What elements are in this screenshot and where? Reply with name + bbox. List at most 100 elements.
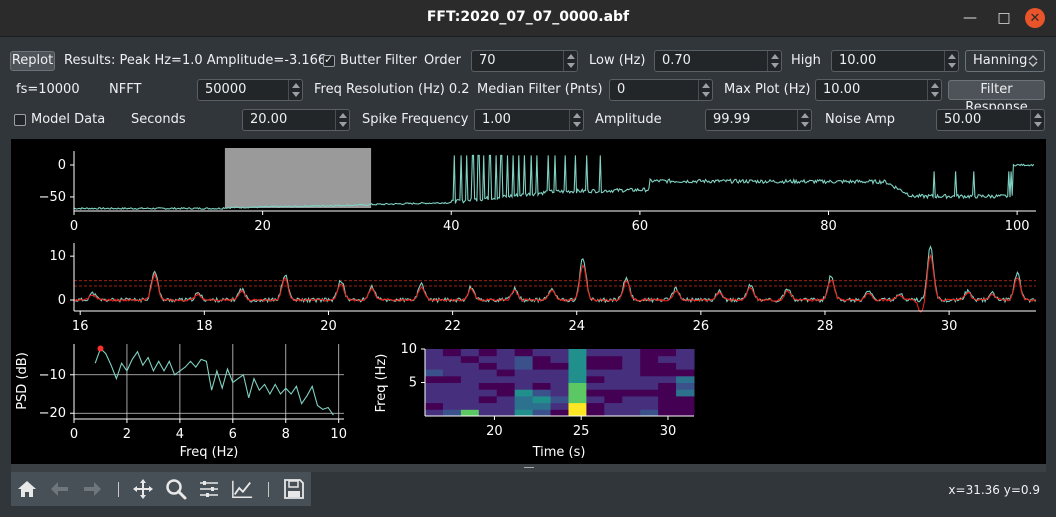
subplots-button[interactable] xyxy=(198,478,220,500)
plot-canvas[interactable]: 0 −50 0 20 40 60 80 100 10 0 16 18 20 22 24 26 28 30 −10… xyxy=(11,139,1046,464)
median-filter-spinbox[interactable]: 0 xyxy=(609,79,713,101)
back-arrow-icon xyxy=(51,482,68,496)
minimize-icon: — xyxy=(963,10,977,26)
max-plot-value: 10.00 xyxy=(823,82,861,97)
max-plot-spin-arrows[interactable] xyxy=(927,80,941,100)
spectrogram-cell xyxy=(425,375,444,383)
spectrogram-cell xyxy=(514,349,534,357)
zoom-filtered-line xyxy=(73,253,1037,313)
amplitude-spinbox[interactable]: 99.99 xyxy=(705,109,812,131)
median-filter-label: Median Filter (Pnts) xyxy=(477,82,603,97)
spike-frequency-label: Spike Frequency xyxy=(362,112,469,127)
spectrogram-cell xyxy=(658,355,677,363)
spectrogram-cell xyxy=(622,362,641,370)
x-tick-label: 2 xyxy=(123,427,131,442)
noise-amp-spin-arrows[interactable] xyxy=(1030,110,1044,130)
axes-edit-icon xyxy=(232,480,253,498)
low-spinbox[interactable]: 0.70 xyxy=(654,50,782,72)
replot-button[interactable]: Replot xyxy=(10,51,55,71)
minimize-button[interactable]: — xyxy=(960,8,980,28)
home-icon xyxy=(18,481,36,497)
maximize-button[interactable]: □ xyxy=(994,8,1014,28)
order-spin-arrows[interactable] xyxy=(563,51,577,71)
filter-response-button[interactable]: Filter Response xyxy=(948,80,1045,115)
spectrogram-cell xyxy=(658,349,677,357)
selection-rectangle[interactable] xyxy=(224,148,372,208)
seconds-spin-arrows[interactable] xyxy=(335,110,349,130)
spectrogram-cell xyxy=(460,409,480,417)
noise-amp-value: 50.00 xyxy=(944,112,982,127)
spike-frequency-value: 1.00 xyxy=(482,112,511,127)
save-button[interactable] xyxy=(283,478,305,500)
spectrogram-cell xyxy=(586,382,605,390)
forward-button[interactable] xyxy=(81,478,103,500)
spectrogram-cell xyxy=(676,362,695,370)
spectrogram-cell xyxy=(532,395,552,404)
spectrogram-cell xyxy=(604,362,623,370)
canvas-splitter[interactable] xyxy=(11,464,1046,472)
pan-button[interactable] xyxy=(132,478,154,500)
navigation-toolbar xyxy=(11,472,311,506)
spectrogram-cell xyxy=(640,402,659,410)
spectrogram-cell xyxy=(496,362,516,370)
spectrogram-cell xyxy=(658,389,677,397)
spike-frequency-spinbox[interactable]: 1.00 xyxy=(474,109,584,131)
close-button[interactable]: ✕ xyxy=(1025,8,1045,28)
high-spinbox[interactable]: 10.00 xyxy=(831,50,959,72)
axes-edit-button[interactable] xyxy=(231,478,253,500)
high-spin-arrows[interactable] xyxy=(944,51,958,71)
amplitude-spin-arrows[interactable] xyxy=(797,110,811,130)
seconds-spinbox[interactable]: 20.00 xyxy=(242,109,350,131)
spectrogram-cell xyxy=(550,402,569,410)
x-tick-label: 100 xyxy=(1005,219,1030,234)
low-spin-arrows[interactable] xyxy=(767,51,781,71)
raw-trace-axes: 0 −50 0 20 40 60 80 100 xyxy=(39,148,1036,234)
spectrogram-cell xyxy=(658,382,677,390)
spectrogram-cell xyxy=(622,395,641,404)
noise-amp-label: Noise Amp xyxy=(825,112,896,127)
spectrogram-cell xyxy=(640,395,659,404)
window-function-select[interactable]: Hanning xyxy=(965,50,1045,72)
median-filter-spin-arrows[interactable] xyxy=(698,80,712,100)
order-spinbox[interactable]: 70 xyxy=(471,50,578,72)
home-button[interactable] xyxy=(16,478,38,500)
order-label: Order xyxy=(424,53,461,68)
spectrogram-cell xyxy=(496,409,516,417)
spectrogram-cell xyxy=(425,402,444,410)
max-plot-spinbox[interactable]: 10.00 xyxy=(815,79,942,101)
low-label: Low (Hz) xyxy=(589,53,646,68)
spectrogram-cell xyxy=(442,382,462,390)
spectrogram-cell xyxy=(550,355,569,363)
spectrogram-cell xyxy=(460,375,480,383)
spectrogram-cell xyxy=(478,402,498,410)
controls-panel: Replot Results: Peak Hz=1.0 Amplitude=-3… xyxy=(0,37,1056,137)
zoom-button[interactable] xyxy=(165,478,187,500)
spectrogram-cell xyxy=(496,395,516,404)
nfft-spin-arrows[interactable] xyxy=(288,80,302,100)
nfft-spinbox[interactable]: 50000 xyxy=(197,79,303,101)
spectrogram-cell xyxy=(568,409,587,417)
subplots-icon xyxy=(200,481,218,497)
spectrogram-cell xyxy=(568,349,587,357)
spectrogram-cell xyxy=(442,409,462,417)
forward-arrow-icon xyxy=(84,482,101,496)
model-data-checkbox[interactable] xyxy=(14,114,26,126)
spectrogram-cell xyxy=(478,389,498,397)
spectrogram-cell xyxy=(442,375,462,383)
spectrogram-cell xyxy=(640,389,659,397)
spectrogram-cell xyxy=(604,402,623,410)
spectrogram-cell xyxy=(604,409,623,417)
spectrogram-cell xyxy=(604,355,623,363)
spectrogram-cell xyxy=(568,382,587,390)
spike-frequency-spin-arrows[interactable] xyxy=(569,110,583,130)
plots-svg: 0−500 20 40 60 80 100 10016 18 20 22 24 26 28 30 −10… xyxy=(15,148,1037,460)
butter-filter-checkbox[interactable] xyxy=(323,53,335,67)
noise-amp-spinbox[interactable]: 50.00 xyxy=(936,109,1045,131)
spectrogram-cell xyxy=(460,349,480,357)
spectrogram-cell xyxy=(425,382,444,390)
spectrogram-cell xyxy=(568,369,587,377)
x-tick-label: 40 xyxy=(443,219,460,234)
spectrogram-cell xyxy=(622,382,641,390)
back-button[interactable] xyxy=(49,478,71,500)
median-filter-value: 0 xyxy=(617,82,626,97)
